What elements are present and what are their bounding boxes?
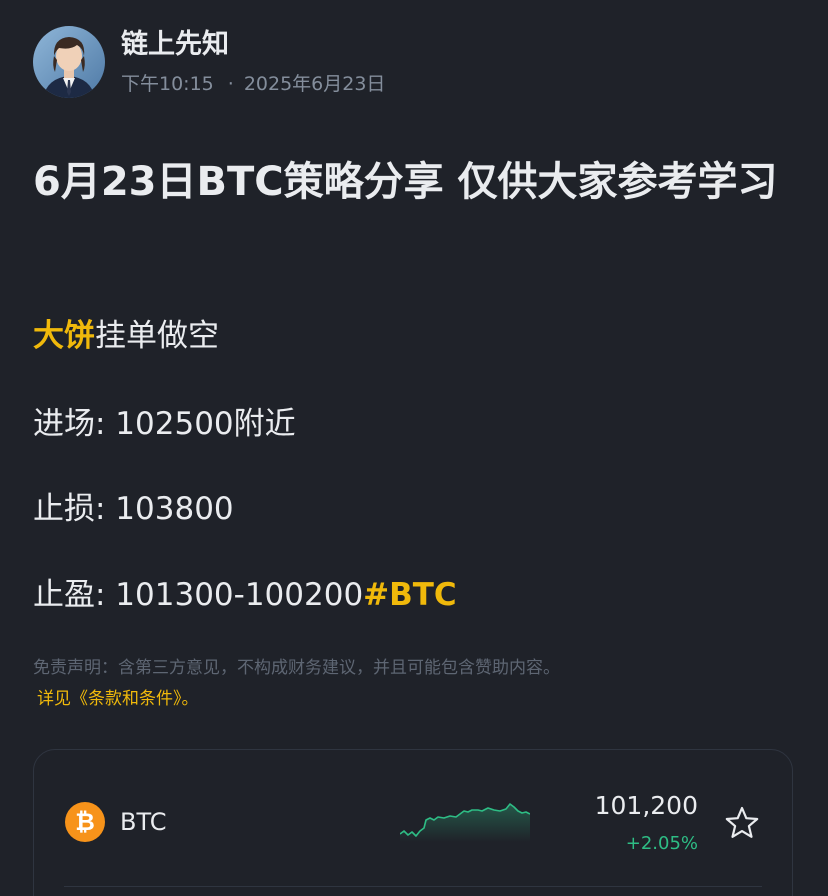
coin-card[interactable]: ₿ BTC 101,200 +2.05% bbox=[33, 749, 793, 896]
author-name[interactable]: 链上先知 bbox=[121, 27, 385, 63]
coin-symbol: BTC bbox=[120, 808, 167, 836]
direction-text: 挂单做空 bbox=[95, 318, 219, 354]
post-line-entry: 进场: 102500附近 bbox=[33, 406, 296, 442]
author-info: 链上先知 下午10:15 · 2025年6月23日 bbox=[121, 27, 385, 97]
meta-separator: · bbox=[227, 73, 234, 95]
avatar-image bbox=[33, 26, 105, 98]
post-title: 6月23日BTC策略分享 仅供大家参考学习 bbox=[33, 159, 778, 205]
post-date: 2025年6月23日 bbox=[243, 73, 386, 95]
coin-price: 101,200 bbox=[594, 791, 698, 820]
post-time: 下午10:15 bbox=[121, 73, 214, 95]
terms-link[interactable]: 详见《条款和条件》。 bbox=[37, 686, 199, 712]
bitcoin-icon: ₿ bbox=[65, 802, 105, 842]
post-line-stop-loss: 止损: 103800 bbox=[33, 491, 234, 527]
post-meta: 下午10:15 · 2025年6月23日 bbox=[121, 71, 385, 97]
card-divider bbox=[64, 886, 762, 887]
post-header: 链上先知 下午10:15 · 2025年6月23日 bbox=[33, 26, 385, 98]
hashtag-btc[interactable]: #BTC bbox=[363, 577, 457, 613]
highlight-keyword: 大饼 bbox=[33, 318, 95, 354]
post-page: 链上先知 下午10:15 · 2025年6月23日 6月23日BTC策略分享 仅… bbox=[0, 0, 828, 896]
favorite-star-icon[interactable] bbox=[724, 805, 760, 841]
disclaimer-text: 免责声明：含第三方意见，不构成财务建议，并且可能包含赞助内容。 bbox=[33, 658, 560, 678]
avatar[interactable] bbox=[33, 26, 105, 98]
post-line-direction: 大饼挂单做空 bbox=[33, 316, 219, 356]
price-sparkline bbox=[400, 803, 530, 842]
coin-change: +2.05% bbox=[625, 833, 698, 854]
take-profit-text: 止盈: 101300-100200 bbox=[33, 577, 364, 613]
post-line-take-profit: 止盈: 101300-100200#BTC bbox=[33, 575, 457, 615]
